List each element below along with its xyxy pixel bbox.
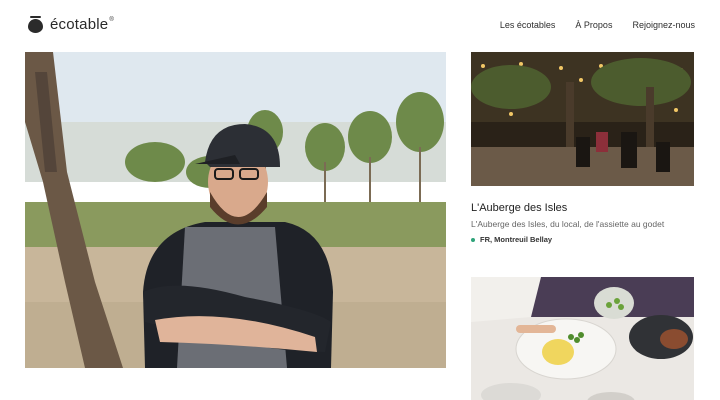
restaurant-card-auberge[interactable]: L'Auberge des Isles L'Auberge des Isles,… — [471, 52, 694, 244]
brand-name: écotable® — [50, 16, 114, 33]
card-location-text: FR, Montreuil Bellay — [480, 235, 553, 244]
site-header: écotable® Les écotables À Propos Rejoign… — [0, 0, 720, 52]
card-description: L'Auberge des Isles, du local, de l'assi… — [471, 219, 665, 229]
ecotable-logo-icon — [28, 16, 43, 33]
main-nav: Les écotables À Propos Rejoignez-nous — [500, 20, 695, 30]
location-dot-icon — [471, 237, 475, 242]
nav-rejoignez-nous[interactable]: Rejoignez-nous — [632, 20, 695, 30]
restaurant-image[interactable] — [471, 277, 694, 400]
restaurant-card-2[interactable] — [471, 277, 694, 400]
hero-image[interactable] — [25, 52, 446, 368]
card-location: FR, Montreuil Bellay — [471, 235, 552, 244]
brand-logo[interactable]: écotable® — [28, 16, 114, 33]
nav-a-propos[interactable]: À Propos — [575, 20, 612, 30]
card-title[interactable]: L'Auberge des Isles — [471, 202, 567, 214]
restaurant-image[interactable] — [471, 52, 694, 186]
nav-les-ecotables[interactable]: Les écotables — [500, 20, 556, 30]
